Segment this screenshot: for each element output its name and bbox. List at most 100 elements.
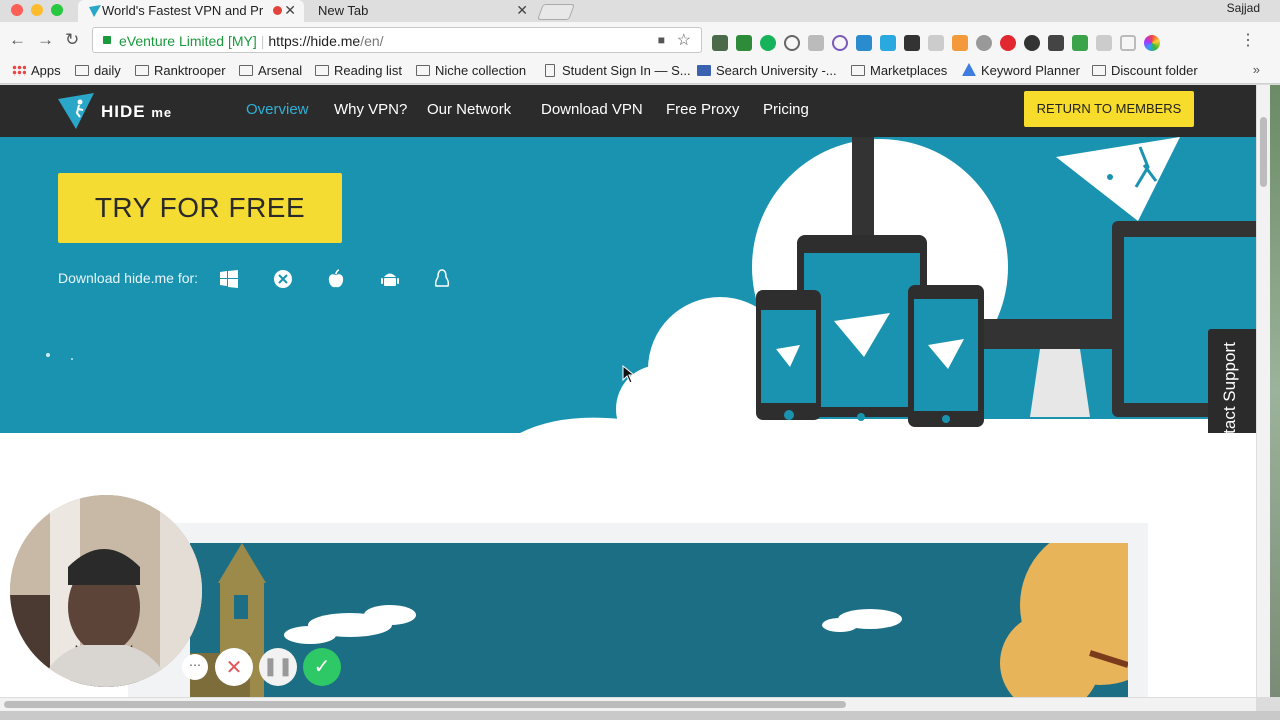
bookmark-search-university[interactable]: Search University -... <box>697 63 837 78</box>
bookmark-label: Reading list <box>334 63 402 78</box>
bookmark-daily[interactable]: daily <box>75 63 121 78</box>
desktop-background-strip <box>1270 85 1280 697</box>
tab-hide-me[interactable]: World's Fastest VPN and Pr ✕ <box>78 0 304 22</box>
hide-me-logo-icon <box>58 93 94 129</box>
minimize-window-button[interactable] <box>31 4 43 16</box>
more-bookmarks-icon[interactable]: » <box>1253 62 1260 77</box>
certificate-org: eVenture Limited [MY] <box>119 33 257 49</box>
nav-free-proxy[interactable]: Free Proxy <box>666 101 739 118</box>
bookmark-label: Discount folder <box>1111 63 1198 78</box>
scrollbar-thumb[interactable] <box>1260 117 1267 187</box>
scrollbar-thumb[interactable] <box>4 701 846 708</box>
extension-icon[interactable] <box>784 35 800 51</box>
bookmark-arsenal[interactable]: Arsenal <box>239 63 302 78</box>
close-window-button[interactable] <box>11 4 23 16</box>
bookmark-label: Marketplaces <box>870 63 948 78</box>
android-icon[interactable] <box>380 269 400 289</box>
logo-word: HIDE <box>101 102 146 121</box>
zoom-window-button[interactable] <box>51 4 63 16</box>
vertical-scrollbar[interactable] <box>1256 85 1270 697</box>
hide-me-logo[interactable]: HIDE me <box>58 93 178 129</box>
bookmark-marketplaces[interactable]: Marketplaces <box>851 63 947 78</box>
mouse-cursor-icon <box>622 365 636 384</box>
address-bar[interactable]: eVenture Limited [MY] | https://hide.me/en… <box>92 27 702 53</box>
more-icon[interactable]: ⋯ <box>182 654 208 680</box>
hero-section: TRY FOR FREE Download hide.me for: Conta… <box>0 137 1256 433</box>
extension-icon[interactable] <box>880 35 896 51</box>
new-tab-button[interactable] <box>537 4 575 20</box>
close-tab-icon[interactable]: ✕ <box>516 2 528 19</box>
bookmark-label: daily <box>94 63 121 78</box>
bookmark-star-icon[interactable]: ☆ <box>677 30 691 50</box>
camera-extension-icon[interactable] <box>1048 35 1064 51</box>
bookmark-discount-folder[interactable]: Discount folder <box>1092 63 1198 78</box>
download-label: Download hide.me for: <box>58 270 199 286</box>
webcam-overlay <box>10 495 202 687</box>
extension-icon[interactable] <box>952 35 968 51</box>
bookmark-student-sign-in[interactable]: Student Sign In — S... <box>543 63 691 78</box>
tab-new-tab[interactable]: New Tab ✕ <box>300 0 536 22</box>
pause-icon[interactable]: ❚❚ <box>259 648 297 686</box>
nav-our-network[interactable]: Our Network <box>427 101 511 118</box>
compass-icon[interactable] <box>856 35 872 51</box>
extension-icon[interactable] <box>1024 35 1040 51</box>
close-tab-icon[interactable]: ✕ <box>284 2 296 19</box>
layers-icon[interactable] <box>904 35 920 51</box>
bookmark-keyword-planner[interactable]: Keyword Planner <box>962 63 1080 78</box>
profile-name[interactable]: Sajjad <box>1227 1 1260 15</box>
horizontal-scrollbar[interactable] <box>0 697 1256 711</box>
browser-toolbar: ← → ↻ eVenture Limited [MY] | https://hide… <box>0 22 1280 58</box>
folder-icon <box>75 65 89 76</box>
bookmark-label: Apps <box>31 63 61 78</box>
apps-grid-icon <box>12 65 26 76</box>
google-ads-icon <box>962 63 976 76</box>
bookmark-reading-list[interactable]: Reading list <box>315 63 402 78</box>
nav-pricing[interactable]: Pricing <box>763 101 809 118</box>
browser-window: World's Fastest VPN and Pr ✕ New Tab ✕ S… <box>0 0 1280 720</box>
bookmark-niche-collection[interactable]: Niche collection <box>416 63 526 78</box>
grammarly-icon[interactable] <box>760 35 776 51</box>
linux-icon[interactable] <box>432 269 452 289</box>
reload-icon[interactable]: ↻ <box>65 30 79 50</box>
confirm-check-icon[interactable]: ✓ <box>303 648 341 686</box>
extension-icon[interactable] <box>1072 35 1088 51</box>
code-icon[interactable] <box>808 35 824 51</box>
url-host: https://hide.me <box>268 33 361 49</box>
contact-support-tab[interactable]: Contact Support <box>1208 329 1256 433</box>
folder-icon <box>315 65 329 76</box>
mail-icon[interactable] <box>928 35 944 51</box>
extension-icon[interactable] <box>1120 35 1136 51</box>
url-path: /en/ <box>360 33 384 49</box>
lock-icon <box>103 36 111 44</box>
back-arrow-icon[interactable]: ← <box>9 30 26 50</box>
logo-text: HIDE me <box>101 102 172 122</box>
windows-icon[interactable] <box>219 269 239 289</box>
tab-strip: World's Fastest VPN and Pr ✕ New Tab ✕ S… <box>0 0 1280 22</box>
forward-arrow-icon[interactable]: → <box>37 30 54 50</box>
tab-title: World's Fastest VPN and Pr <box>102 3 264 18</box>
extensions-bar <box>712 35 1160 51</box>
macos-x-icon[interactable] <box>273 269 293 289</box>
heart-icon[interactable] <box>1000 35 1016 51</box>
apple-icon[interactable] <box>326 269 346 289</box>
bookmark-ranktrooper[interactable]: Ranktrooper <box>135 63 226 78</box>
logo-suffix: me <box>151 105 173 120</box>
page-icon <box>545 64 555 77</box>
extension-icon[interactable] <box>736 35 752 51</box>
nav-download-vpn[interactable]: Download VPN <box>541 101 643 118</box>
bookmark-apps[interactable]: Apps <box>12 63 61 78</box>
extension-icon[interactable] <box>832 35 848 51</box>
try-for-free-button[interactable]: TRY FOR FREE <box>58 173 342 243</box>
nav-overview[interactable]: Overview <box>246 101 309 118</box>
camera-icon[interactable]: ■ <box>658 33 665 47</box>
extension-icon[interactable] <box>712 35 728 51</box>
cancel-icon[interactable]: ✕ <box>215 648 253 686</box>
return-to-members-button[interactable]: RETURN TO MEMBERS <box>1024 91 1194 127</box>
webcam-person-image <box>10 495 202 687</box>
extension-icon[interactable] <box>976 35 992 51</box>
color-picker-icon[interactable] <box>1144 35 1160 51</box>
bookmark-label: Search University -... <box>716 63 837 78</box>
extension-icon[interactable] <box>1096 35 1112 51</box>
browser-menu-icon[interactable]: ⋮ <box>1240 30 1256 50</box>
nav-why-vpn[interactable]: Why VPN? <box>334 101 407 118</box>
